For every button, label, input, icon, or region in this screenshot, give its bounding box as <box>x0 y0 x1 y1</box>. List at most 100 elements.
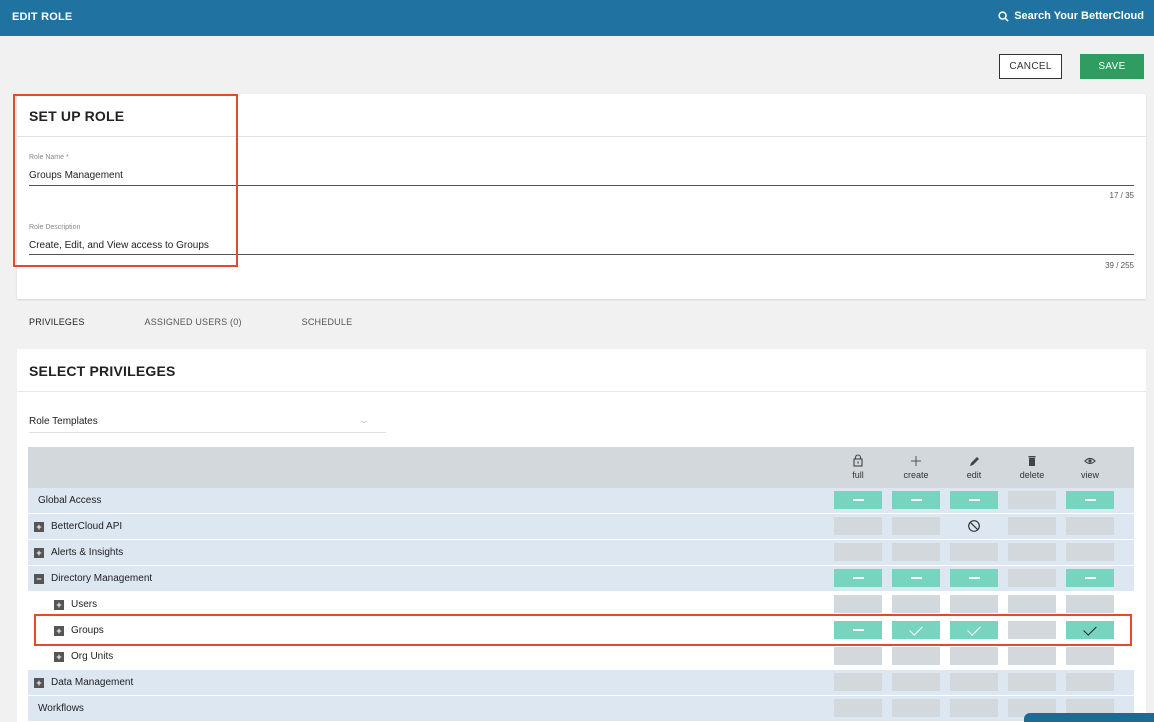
role-description-counter: 39 / 255 <box>1105 261 1134 270</box>
privilege-toggle-full[interactable] <box>834 569 882 587</box>
top-bar: EDIT ROLE Search Your BetterCloud <box>0 0 1154 36</box>
privilege-toggle-full[interactable] <box>834 543 882 561</box>
privilege-toggle-full[interactable] <box>834 673 882 691</box>
privilege-toggle-edit[interactable] <box>950 569 998 587</box>
privilege-row: + Data Management <box>28 670 1134 696</box>
privilege-name: Workflows <box>38 703 84 714</box>
privilege-toggle-delete[interactable] <box>1008 595 1056 613</box>
privilege-toggle-create[interactable] <box>892 491 940 509</box>
privilege-row: − Directory Management <box>28 566 1134 592</box>
search-icon <box>998 10 1009 22</box>
privilege-name: Org Units <box>71 651 114 662</box>
chevron-down-icon[interactable]: ⌄ <box>358 415 369 426</box>
privilege-toggle-delete[interactable] <box>1008 673 1056 691</box>
privilege-toggle-edit[interactable] <box>950 491 998 509</box>
blocked-icon <box>968 520 980 532</box>
privilege-toggle-view[interactable] <box>1066 673 1114 691</box>
privilege-toggle-edit[interactable] <box>950 647 998 665</box>
pencil-icon <box>970 457 979 466</box>
privilege-name: Alerts & Insights <box>51 547 124 558</box>
privilege-row: Global Access <box>28 488 1134 514</box>
privilege-toggle-view[interactable] <box>1066 595 1114 613</box>
tab-privileges[interactable]: PRIVILEGES <box>17 315 97 353</box>
expand-icon[interactable]: + <box>54 651 64 662</box>
column-view-label: view <box>1080 470 1099 480</box>
privilege-name: BetterCloud API <box>51 521 123 532</box>
eye-icon <box>1084 457 1096 465</box>
privilege-name: Directory Management <box>51 573 153 584</box>
search-label: Search Your BetterCloud <box>1014 10 1144 22</box>
privilege-toggle-delete[interactable] <box>1008 569 1056 587</box>
privilege-row-label: − Directory Management <box>34 573 152 584</box>
privilege-toggle-create[interactable] <box>892 517 940 535</box>
privilege-toggle-view[interactable] <box>1066 647 1114 665</box>
highlight-box-setup <box>13 94 238 267</box>
collapse-icon[interactable]: − <box>34 573 44 584</box>
expand-icon[interactable]: + <box>34 677 44 688</box>
privilege-row-label: Global Access <box>38 495 101 506</box>
privilege-row-label: + Alerts & Insights <box>34 547 123 558</box>
select-privileges-title: SELECT PRIVILEGES <box>29 363 176 379</box>
privileges-table-header: full create edit delete view <box>28 447 1134 488</box>
privilege-row-label: + Users <box>54 599 97 610</box>
expand-icon[interactable]: + <box>54 599 64 610</box>
expand-icon[interactable]: + <box>34 547 44 558</box>
privilege-toggle-create[interactable] <box>892 543 940 561</box>
privileges-table: full create edit delete view Global Acce… <box>28 447 1134 722</box>
privilege-toggle-edit[interactable] <box>950 543 998 561</box>
column-full-label: full <box>852 470 864 480</box>
column-create-label: create <box>903 470 929 480</box>
role-templates-select[interactable]: Role Templates <box>29 416 98 427</box>
tab-bar: PRIVILEGES ASSIGNED USERS (0) SCHEDULE <box>17 315 400 353</box>
tab-assigned-users[interactable]: ASSIGNED USERS (0) <box>133 315 254 341</box>
column-create: create <box>892 454 940 480</box>
privilege-toggle-create[interactable] <box>892 699 940 717</box>
page-title: EDIT ROLE <box>12 11 73 23</box>
privilege-row: + Alerts & Insights <box>28 540 1134 566</box>
role-templates-underline <box>29 432 386 433</box>
column-edit: edit <box>950 454 998 480</box>
privilege-name: Global Access <box>38 495 102 506</box>
privilege-row-label: Workflows <box>38 703 84 714</box>
privilege-toggle-full[interactable] <box>834 595 882 613</box>
tab-schedule[interactable]: SCHEDULE <box>290 315 365 341</box>
chat-widget[interactable] <box>1024 713 1154 722</box>
privilege-toggle-create[interactable] <box>892 569 940 587</box>
highlight-box-groups-row <box>34 614 1132 646</box>
privilege-toggle-delete[interactable] <box>1008 491 1056 509</box>
privilege-row-label: + Org Units <box>54 651 113 662</box>
privilege-toggle-view[interactable] <box>1066 543 1114 561</box>
expand-icon[interactable]: + <box>34 521 44 532</box>
privilege-toggle-edit[interactable] <box>950 673 998 691</box>
privilege-toggle-view[interactable] <box>1066 517 1114 535</box>
privilege-row-label: + Data Management <box>34 677 133 688</box>
privilege-toggle-create[interactable] <box>892 647 940 665</box>
privilege-toggle-view[interactable] <box>1066 569 1114 587</box>
privilege-name: Data Management <box>51 677 134 688</box>
column-full: full <box>834 454 882 480</box>
lock-icon <box>853 454 863 467</box>
privilege-toggle-create[interactable] <box>892 595 940 613</box>
privilege-row-label: + BetterCloud API <box>34 521 122 532</box>
privilege-toggle-full[interactable] <box>834 491 882 509</box>
privilege-toggle-create[interactable] <box>892 673 940 691</box>
privilege-name: Users <box>71 599 98 610</box>
trash-icon <box>1028 456 1036 466</box>
cancel-button[interactable]: CANCEL <box>999 54 1062 79</box>
privilege-toggle-edit[interactable] <box>950 595 998 613</box>
privilege-toggle-edit[interactable] <box>950 517 998 535</box>
privilege-toggle-edit[interactable] <box>950 699 998 717</box>
privileges-rows: Global Access + BetterCloud API + Alerts & I… <box>28 488 1134 722</box>
column-edit-label: edit <box>966 470 982 480</box>
privilege-toggle-delete[interactable] <box>1008 517 1056 535</box>
global-search[interactable]: Search Your BetterCloud <box>998 10 1144 22</box>
privilege-toggle-delete[interactable] <box>1008 543 1056 561</box>
privilege-toggle-full[interactable] <box>834 647 882 665</box>
plus-icon <box>911 456 921 466</box>
save-button[interactable]: SAVE <box>1080 54 1144 79</box>
privilege-toggle-delete[interactable] <box>1008 647 1056 665</box>
privilege-row: + Org Units <box>28 644 1134 670</box>
privilege-toggle-full[interactable] <box>834 699 882 717</box>
privilege-toggle-full[interactable] <box>834 517 882 535</box>
privilege-toggle-view[interactable] <box>1066 491 1114 509</box>
